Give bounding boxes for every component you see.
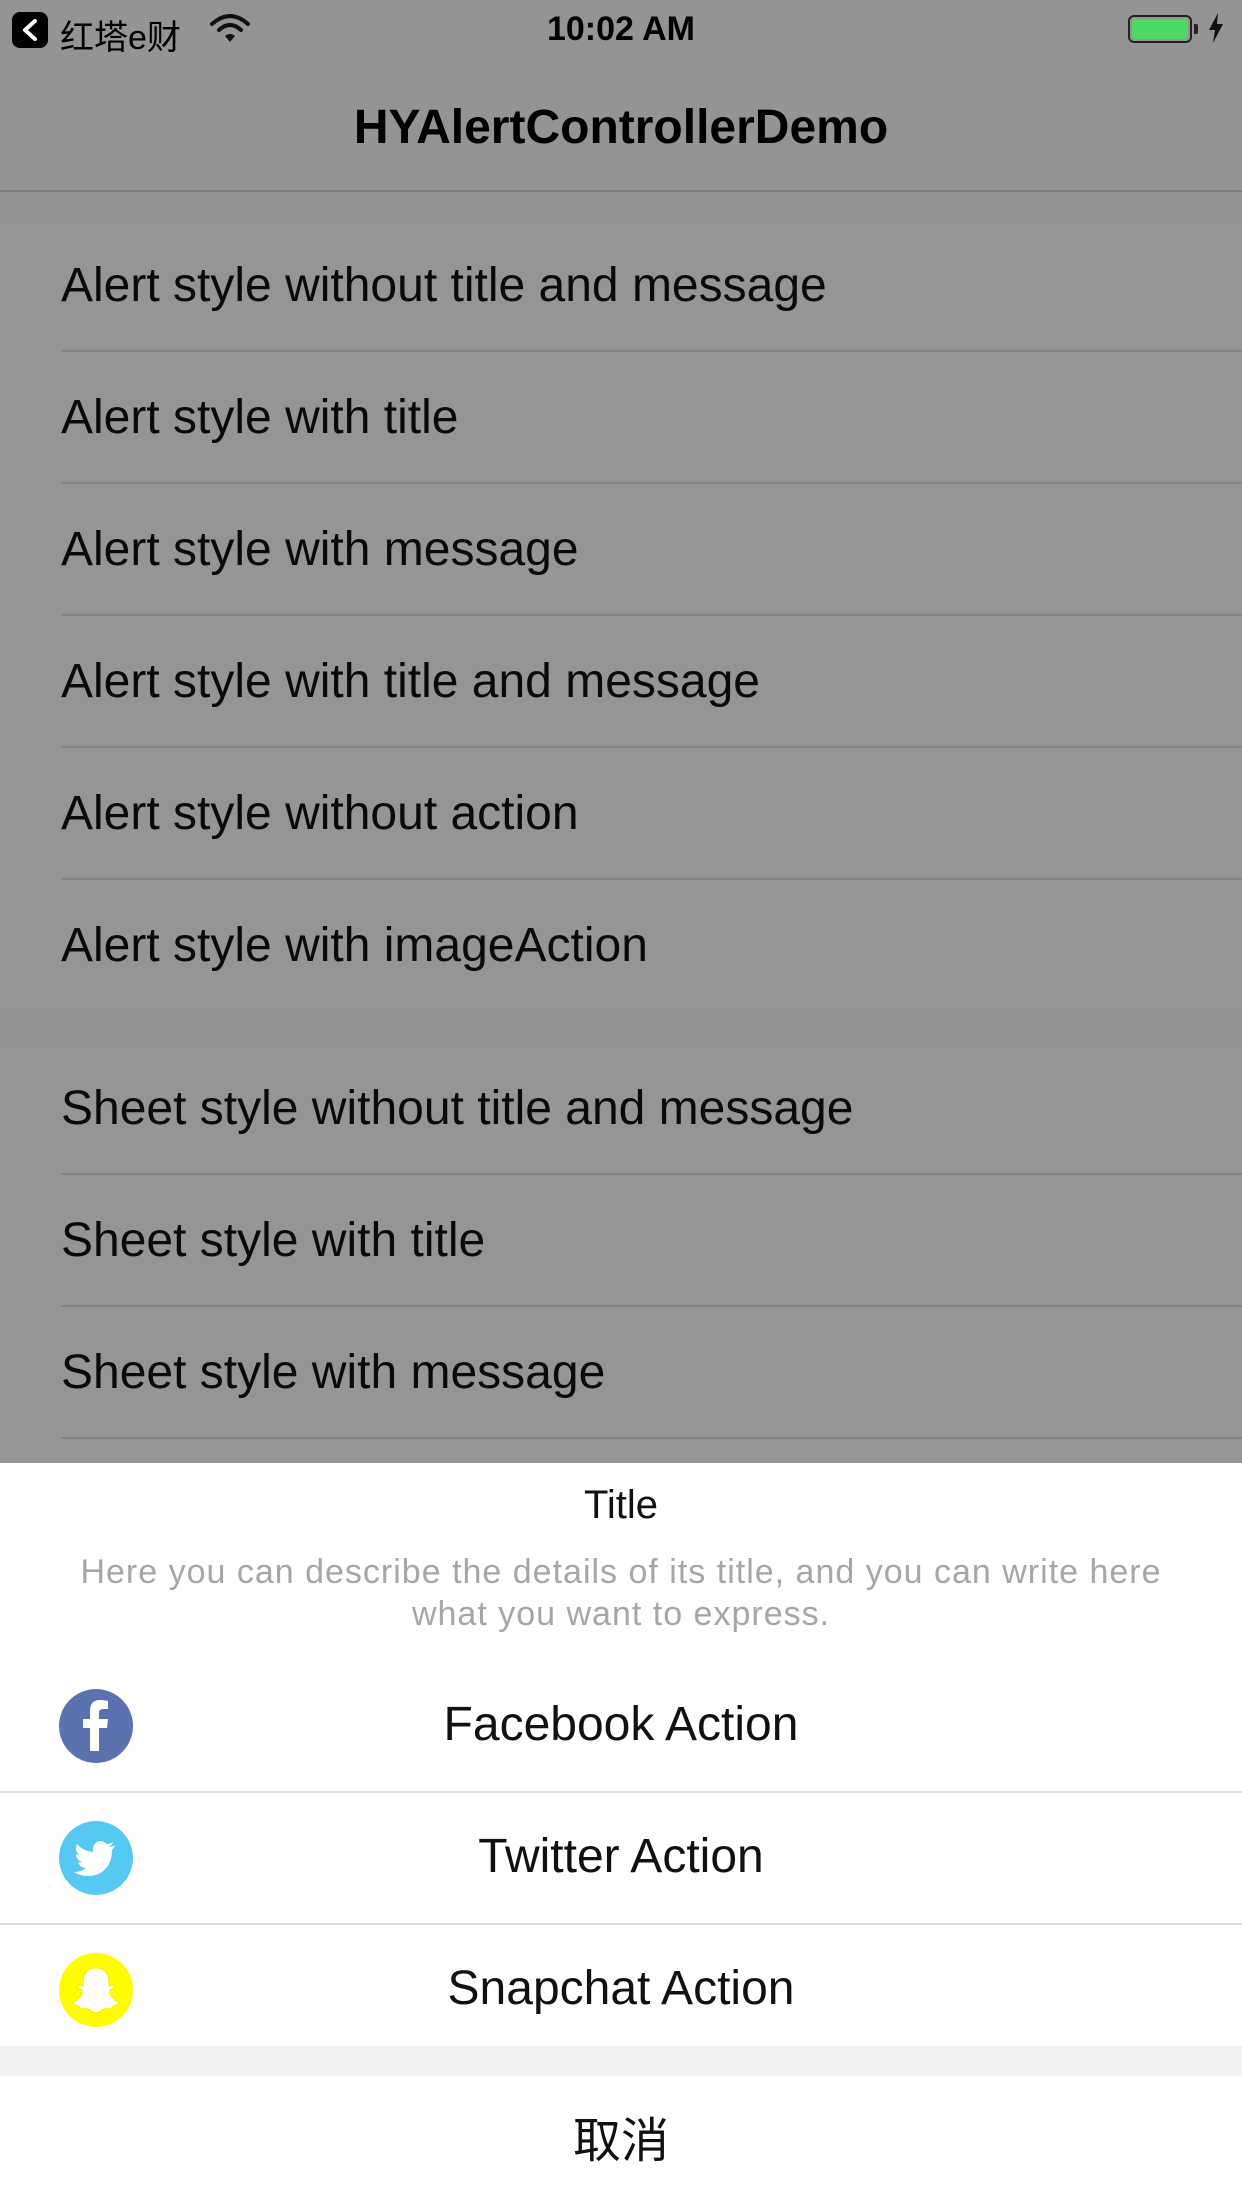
list-item-label: Alert style with title	[61, 391, 459, 444]
page-title: HYAlertControllerDemo	[353, 101, 889, 154]
list-item[interactable]: Alert style without action	[0, 748, 1242, 880]
battery-level	[1132, 19, 1188, 39]
list-item-label: Alert style without action	[61, 787, 579, 840]
sheet-style-section: Sheet style without title and message Sh…	[0, 1043, 1242, 1463]
alert-style-section: Alert style without title and message Al…	[0, 220, 1242, 1012]
list-item[interactable]: Alert style with imageAction	[0, 880, 1242, 1012]
list-item[interactable]: Alert style with title and message	[0, 616, 1242, 748]
action-sheet: Title Here you can describe the details …	[0, 1463, 1242, 2208]
list-item-label: Sheet style without title and message	[61, 1082, 854, 1135]
list-item[interactable]: Sheet style with message	[0, 1307, 1242, 1439]
list-item-label: Alert style with message	[61, 523, 579, 576]
status-bar: 红塔e财 10:02 AM	[0, 0, 1242, 60]
cancel-button-label: 取消	[572, 2115, 669, 2168]
list-item[interactable]: Alert style with message	[0, 484, 1242, 616]
list-item-label: Alert style with title and message	[61, 655, 760, 708]
battery-icon	[1128, 15, 1192, 43]
facebook-action-button[interactable]: Facebook Action	[0, 1659, 1242, 1791]
cancel-button[interactable]: 取消	[0, 2076, 1242, 2208]
action-sheet-message: Here you can describe the details of its…	[80, 1553, 1162, 1633]
list-item[interactable]: Alert style with title	[0, 352, 1242, 484]
list-item-label: Sheet style with title	[61, 1214, 486, 1267]
list-item[interactable]: Sheet style without title and message	[0, 1043, 1242, 1175]
twitter-action-button[interactable]: Twitter Action	[0, 1791, 1242, 1923]
snapchat-action-button[interactable]: Snapchat Action	[0, 1923, 1242, 2055]
list-item-label: Alert style with imageAction	[61, 919, 648, 972]
list-item-label: Alert style without title and message	[61, 259, 827, 312]
list-item[interactable]: Alert style without title and message	[0, 220, 1242, 352]
action-sheet-title: Title	[583, 1483, 659, 1527]
list-item-label: Sheet style with message	[61, 1346, 606, 1399]
facebook-action-label: Facebook Action	[443, 1698, 799, 1751]
list-item[interactable]: Sheet style with title	[0, 1175, 1242, 1307]
action-sheet-header: Title Here you can describe the details …	[0, 1463, 1242, 1659]
status-time: 10:02 AM	[546, 10, 696, 48]
cancel-separator	[0, 2046, 1242, 2076]
navigation-bar: HYAlertControllerDemo	[0, 60, 1242, 192]
twitter-action-label: Twitter Action	[478, 1830, 764, 1883]
charging-bolt-icon	[1208, 13, 1224, 48]
battery-tip	[1194, 24, 1198, 34]
snapchat-action-label: Snapchat Action	[447, 1962, 795, 2015]
